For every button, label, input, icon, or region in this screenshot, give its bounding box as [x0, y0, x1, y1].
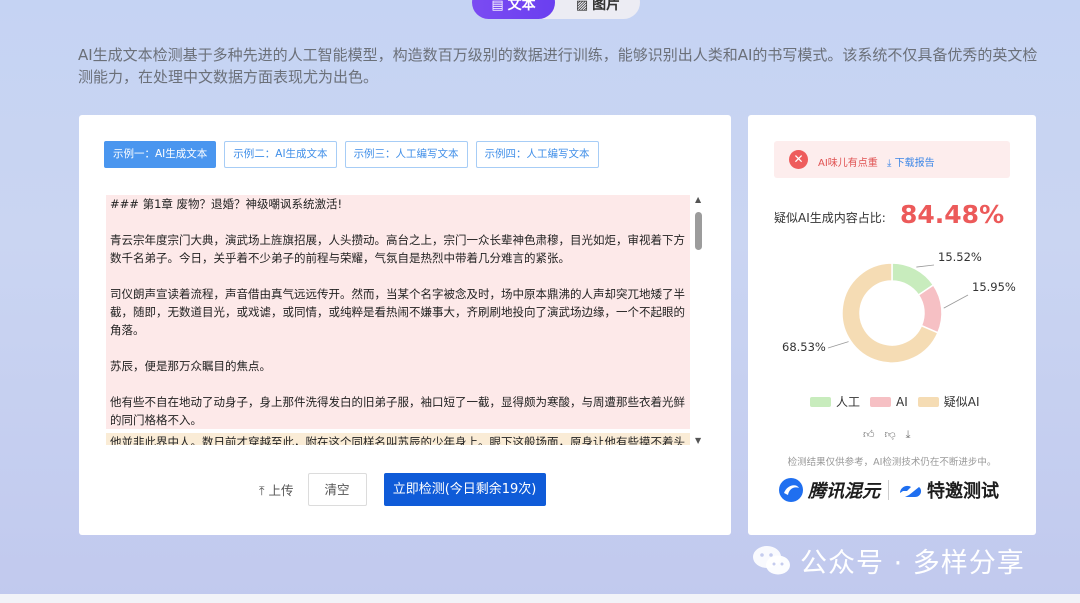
legend-swatch [870, 396, 892, 407]
watermark: 公众号 · 多样分享 [752, 541, 1025, 580]
page-bottom-strip [0, 594, 1080, 603]
slice-value-label: 15.52% [938, 250, 982, 264]
editor-paragraph: 青云宗年度宗门大典，演武场上旌旗招展，人头攒动。高台之上，宗门一众长辈神色肃穆，… [106, 231, 690, 267]
disclaimer-text: 检测结果仅供参考，AI检测技术仍在不断进步中。 [787, 457, 997, 468]
alert-message: AI味儿有点重 [818, 158, 878, 169]
editor-scrollbar[interactable]: ▲ ▼ [694, 195, 704, 445]
scroll-down-icon[interactable]: ▼ [695, 436, 701, 445]
ai-ratio-value: 84.48% [900, 200, 1005, 229]
text-editor[interactable]: ### 第1章 废物？退婚？神级嘲讽系统激活! 青云宗年度宗门大典，演武场上旌旗… [106, 195, 690, 445]
example-tabs: 示例一：AI生成文本 示例二：AI生成文本 示例三：人工编写文本 示例四：人工编… [104, 141, 599, 168]
result-alert: ✕ AI味儿有点重 ⤓ 下载报告 [774, 141, 1010, 178]
download-icon[interactable]: ⤓ [906, 428, 911, 442]
editor-paragraph: 司仪朗声宣读着流程，声音借由真气远远传开。然而，当某个名字被念及时，场中原本鼎沸… [106, 285, 690, 339]
upload-label: 上传 [268, 483, 294, 498]
legend-label: AI [896, 394, 908, 409]
invite-test-logo: 特邀测试 [897, 477, 999, 503]
upload-button[interactable]: ⤒ 上传 [259, 480, 294, 499]
editor-paragraph: 苏辰，便是那万众瞩目的焦点。 [106, 357, 690, 375]
chart-legend: 人工 AI 疑似AI [810, 393, 980, 410]
editor-paragraph: 他並非此界中人。数日前才穿越至此，附在这个同样名叫苏辰的少年身上。眼下这般场面，… [106, 433, 690, 445]
slice-value-label: 15.95% [972, 280, 1016, 294]
hunyuan-mark-icon [779, 478, 803, 502]
legend-label: 疑似AI [943, 395, 980, 409]
slice-leader-line [827, 341, 849, 349]
tab-text-label: 文本 [507, 0, 536, 13]
invite-test-name: 特邀测试 [927, 481, 999, 502]
legend-label: 人工 [836, 395, 861, 409]
example-tab-1[interactable]: 示例一：AI生成文本 [104, 141, 217, 168]
example-tab-4[interactable]: 示例四：人工编写文本 [475, 141, 599, 168]
tab-image[interactable]: ▨ 图片 [558, 0, 638, 19]
wechat-icon [753, 545, 790, 574]
feedback-bar: 👍︎ 👎︎ ⤓ [863, 428, 911, 442]
detect-button[interactable]: 立即检测(今日剩余19次) [383, 473, 546, 506]
tencent-cloud-icon [900, 485, 922, 497]
editor-paragraph: ### 第1章 废物？退婚？神级嘲讽系统激活! [106, 195, 690, 213]
tab-image-label: 图片 [592, 0, 621, 13]
logo-divider [888, 480, 889, 500]
legend-item: AI [870, 395, 908, 409]
editor-gap [106, 267, 690, 285]
editor-gap [106, 213, 690, 231]
scrollbar-thumb[interactable] [695, 212, 702, 250]
example-tab-3[interactable]: 示例三：人工编写文本 [344, 141, 468, 168]
clear-button[interactable]: 清空 [307, 473, 367, 506]
download-report-link[interactable]: ⤓ 下载报告 [887, 154, 935, 169]
watermark-text: 公众号 · 多样分享 [800, 548, 1025, 579]
slice-leader-line [916, 264, 935, 268]
error-icon: ✕ [789, 150, 808, 169]
download-report-label: 下载报告 [894, 158, 935, 169]
editor-paragraph: 他有些不自在地动了动身子，身上那件洗得发白的旧弟子服，袖口短了一截，显得颇为寒酸… [106, 393, 690, 429]
legend-swatch [917, 396, 939, 407]
result-panel: ✕ AI味儿有点重 ⤓ 下载报告 疑似AI生成内容占比: 84.48% 15.5… [748, 115, 1036, 535]
legend-item: 疑似AI [917, 393, 980, 410]
ai-ratio-label: 疑似AI生成内容占比: [774, 211, 886, 225]
editor-gap [106, 339, 690, 357]
slice-value-label: 68.53% [782, 340, 826, 354]
action-bar: ⤒ 上传 清空 立即检测(今日剩余19次) [259, 473, 546, 506]
scroll-up-icon[interactable]: ▲ [695, 195, 701, 204]
upload-icon: ⤒ [259, 483, 265, 498]
slice-leader-line [943, 294, 969, 309]
hunyuan-name: 腾讯混元 [808, 481, 880, 502]
donut-chart: 15.52% 15.95% 68.53% [782, 250, 1016, 364]
thumbs-down-icon[interactable]: 👎︎ [885, 428, 896, 442]
example-tab-2[interactable]: 示例二：AI生成文本 [224, 141, 337, 168]
image-icon: ▨ [575, 0, 589, 13]
hunyuan-logo: 腾讯混元 [778, 477, 880, 503]
editor-gap [106, 375, 690, 393]
legend-item: 人工 [810, 393, 860, 410]
intro-description: AI生成文本检测基于多种先进的人工智能模型，构造数百万级别的数据进行训练，能够识… [78, 46, 1038, 86]
tab-text[interactable]: ▤ 文本 [472, 0, 555, 19]
brand-logos: 腾讯混元 特邀测试 [778, 477, 999, 503]
download-icon: ⤓ [887, 158, 892, 169]
thumbs-up-icon[interactable]: 👍︎ [863, 428, 875, 442]
document-icon: ▤ [491, 0, 504, 13]
mode-toggle: ▤ 文本 ▨ 图片 [472, 0, 640, 19]
input-panel: 示例一：AI生成文本 示例二：AI生成文本 示例三：人工编写文本 示例四：人工编… [79, 115, 731, 535]
legend-swatch [810, 396, 831, 407]
